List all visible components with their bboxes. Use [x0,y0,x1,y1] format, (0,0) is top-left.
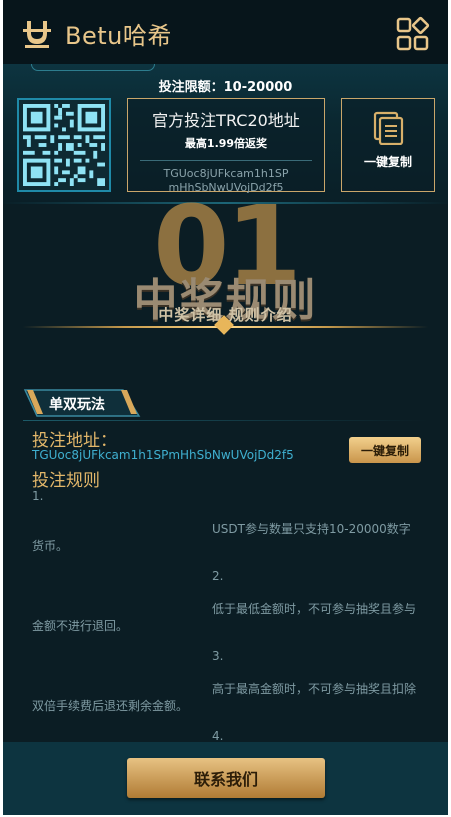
app-frame: Betu哈希 投注限额：10-20000 官方投注TRC20地址 最高1.99倍… [3,0,448,815]
rule-number: 3. [212,649,224,663]
rules-banner: 01 中奖规则 中奖详细 规则介绍 [3,182,448,354]
rebate-text: 最高1.99倍返奖 [184,137,268,150]
rule-text: USDT参与数量只支持10-20000数字货币。 [32,522,411,553]
copy-address-button[interactable]: 一键复制 [349,437,421,463]
section-tag-label: 单双玩法 [49,397,105,413]
bet-address-value: TGUoc8jUFkcam1h1SPmHhSbNwUVojDd2f5 [32,448,294,462]
address-divider [140,160,312,161]
address-card-title: 官方投注TRC20地址 [152,111,300,130]
qr-code [17,98,111,192]
address-text-line1: TGUoc8jUFkcam1h1SP [163,167,289,180]
contact-us-button[interactable]: 联系我们 [127,758,325,798]
copy-address-card[interactable]: 一键复制 [341,98,435,192]
footer-bar: 联系我们 [3,742,448,815]
qr-code-icon [23,104,105,186]
copy-card-label: 一键复制 [363,155,412,169]
app-header: Betu哈希 [3,0,448,64]
betu-logo-icon [23,21,51,48]
rule-number: 2. [212,569,224,583]
rule-text: 高于最高金额时，不可参与抽奖且扣除双倍手续费后退还剩余金额。 [32,682,417,713]
rule-number: 1. [32,489,44,503]
official-address-card: 官方投注TRC20地址 最高1.99倍返奖 TGUoc8jUFkcam1h1SP… [127,98,325,194]
panel-tab-notch [31,64,155,71]
app-title: Betu哈希 [65,22,172,50]
section-divider [23,420,428,421]
bet-limit-text: 投注限额：10-20000 [158,80,293,95]
rule-text: 低于最低金额时，不可参与抽奖且参与金额不进行退回。 [32,602,417,633]
section-tag: 单双玩法 [23,388,141,418]
copy-icon [373,111,404,146]
rules-list: 1. USDT参与数量只支持10-20000数字货币。 2. 低于最低金额时，不… [32,488,417,745]
grid-menu-icon[interactable] [395,16,431,52]
